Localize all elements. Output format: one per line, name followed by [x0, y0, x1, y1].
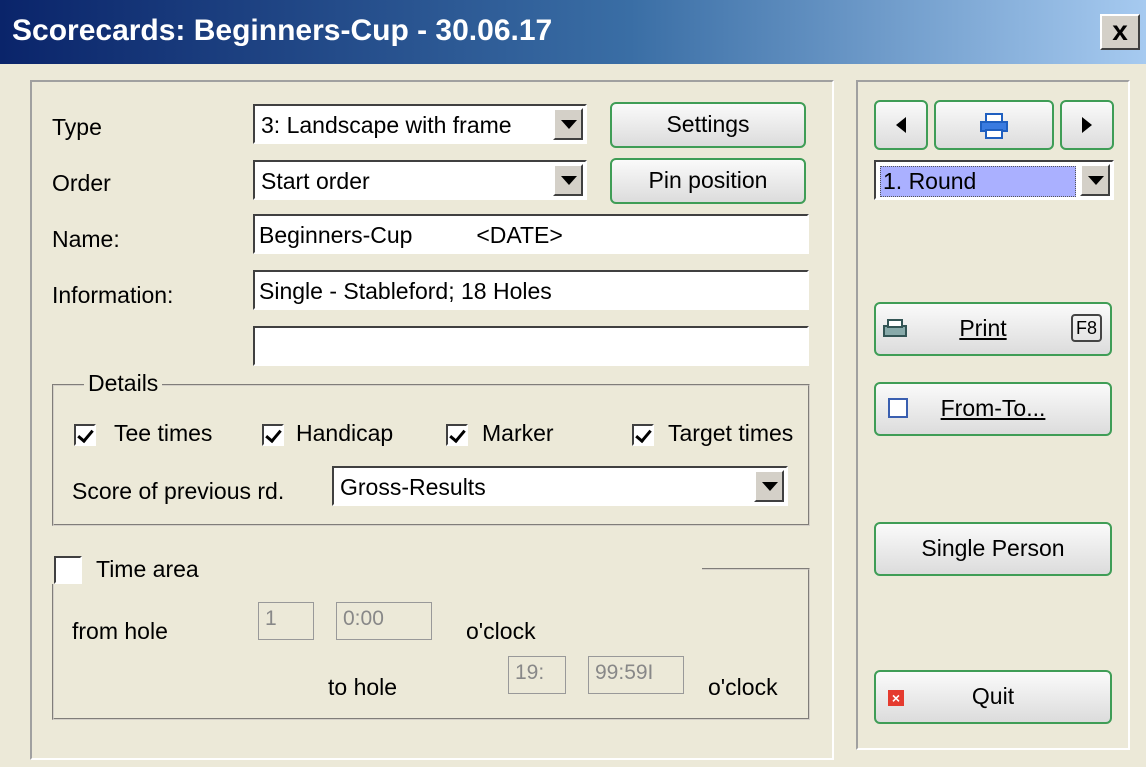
score-previous-value: Gross-Results	[340, 474, 486, 500]
quit-button[interactable]: × Quit	[874, 670, 1112, 724]
close-button[interactable]: x	[1100, 14, 1140, 50]
chevron-down-icon[interactable]	[553, 164, 583, 196]
handicap-checkbox[interactable]	[262, 424, 284, 446]
score-previous-select[interactable]: Gross-Results	[332, 466, 788, 506]
handicap-label: Handicap	[296, 420, 394, 446]
close-icon: x	[1112, 15, 1128, 46]
time-area-label: Time area	[96, 556, 199, 582]
tee-times-label: Tee times	[114, 420, 213, 446]
single-person-button-label: Single Person	[921, 535, 1065, 561]
next-button[interactable]	[1060, 100, 1114, 150]
single-person-button[interactable]: Single Person	[874, 522, 1112, 576]
information-field-value: Single - Stableford; 18 Holes	[259, 278, 552, 304]
to-hole-label: to hole	[328, 674, 398, 700]
chevron-down-icon[interactable]	[553, 108, 583, 140]
oclock-label-1: o'clock	[466, 618, 536, 644]
name-label: Name:	[52, 226, 120, 252]
printer-icon	[980, 113, 1008, 139]
from-time-field[interactable]: 0:00	[336, 602, 432, 640]
information-label: Information:	[52, 282, 174, 308]
triangle-right-icon	[1082, 117, 1092, 133]
settings-button[interactable]: Settings	[610, 102, 806, 148]
previous-button[interactable]	[874, 100, 928, 150]
order-select[interactable]: Start order	[253, 160, 587, 200]
details-legend: Details	[84, 370, 163, 397]
print-button-label: Print	[959, 315, 1007, 341]
round-select-value: 1. Round	[880, 166, 1076, 197]
scorecards-dialog: Scorecards: Beginners-Cup - 30.06.17 x T…	[0, 0, 1146, 767]
score-previous-label: Score of previous rd.	[72, 478, 285, 504]
target-times-checkbox[interactable]	[632, 424, 654, 446]
to-hole-field[interactable]: 19:	[508, 656, 566, 694]
from-to-button[interactable]: From-To...	[874, 382, 1112, 436]
from-to-button-label: From-To...	[940, 395, 1046, 421]
target-times-label: Target times	[668, 420, 794, 446]
from-hole-label: from hole	[72, 618, 168, 644]
type-select-value: 3: Landscape with frame	[261, 112, 512, 138]
pin-position-button-label: Pin position	[648, 167, 768, 193]
from-hole-field[interactable]: 1	[258, 602, 314, 640]
quit-button-label: Quit	[971, 683, 1015, 709]
chevron-down-icon[interactable]	[754, 470, 784, 502]
to-time-field[interactable]: 99:59I	[588, 656, 684, 694]
name-field-value: Beginners-Cup <DATE>	[259, 222, 563, 248]
chevron-down-icon[interactable]	[1080, 164, 1110, 196]
triangle-left-icon	[896, 117, 906, 133]
type-label: Type	[52, 114, 102, 140]
pin-position-button[interactable]: Pin position	[610, 158, 806, 204]
print-shortcut: F8	[1070, 314, 1102, 342]
marker-checkbox[interactable]	[446, 424, 468, 446]
title-bar[interactable]: Scorecards: Beginners-Cup - 30.06.17 x	[0, 0, 1146, 64]
name-field[interactable]: Beginners-Cup <DATE>	[253, 214, 809, 254]
order-label: Order	[52, 170, 111, 196]
tee-times-checkbox[interactable]	[74, 424, 96, 446]
marker-label: Marker	[482, 420, 554, 446]
round-select[interactable]: 1. Round	[874, 160, 1114, 200]
type-select[interactable]: 3: Landscape with frame	[253, 104, 587, 144]
order-select-value: Start order	[261, 168, 370, 194]
print-button[interactable]: Print F8	[874, 302, 1112, 356]
settings-button-label: Settings	[666, 111, 750, 137]
checkbox-icon	[888, 398, 908, 418]
oclock-label-2: o'clock	[708, 674, 778, 700]
window-title: Scorecards: Beginners-Cup - 30.06.17	[12, 14, 553, 47]
close-icon: ×	[888, 690, 904, 706]
information-field-2[interactable]	[253, 326, 809, 366]
time-area-checkbox[interactable]	[54, 556, 82, 584]
printer-preview-button[interactable]	[934, 100, 1054, 150]
information-field[interactable]: Single - Stableford; 18 Holes	[253, 270, 809, 310]
printer-icon	[883, 319, 907, 337]
